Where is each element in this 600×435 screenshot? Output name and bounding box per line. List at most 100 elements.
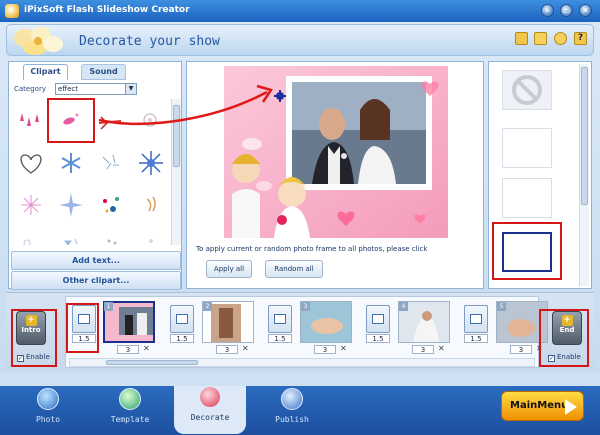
title-bar: iPixSoft Flash Slideshow Creator – ▭ ✕ xyxy=(0,0,600,22)
transition-item[interactable]: 1.5 xyxy=(170,305,194,343)
main-menu-button[interactable]: MainMenu xyxy=(501,391,584,421)
nav-template[interactable]: Template xyxy=(100,388,160,434)
slide-number: 1 xyxy=(104,302,113,311)
transition-item[interactable]: 1.5 xyxy=(268,305,292,343)
star-burst-clip-icon[interactable] xyxy=(133,145,169,181)
delete-slide-icon[interactable]: ✕ xyxy=(438,344,445,353)
slide-item[interactable]: 1 3 ✕ xyxy=(103,301,155,354)
publish-icon xyxy=(281,388,303,410)
apply-hint-text: To apply current or random photo frame t… xyxy=(196,245,428,253)
flower-logo-icon xyxy=(14,27,63,55)
sparkle-star-clip-icon[interactable] xyxy=(53,187,89,223)
add-text-button[interactable]: Add text... xyxy=(11,251,181,270)
nav-divider xyxy=(0,372,600,386)
no-frame-icon xyxy=(512,75,542,105)
no-frame-option[interactable] xyxy=(502,70,552,110)
tab-clipart[interactable]: Clipart xyxy=(23,64,68,80)
category-value: effect xyxy=(58,85,79,93)
scroll-thumb[interactable] xyxy=(581,67,588,205)
slide-item[interactable]: 4 3 ✕ xyxy=(398,301,450,354)
slide-item[interactable]: 2 3 ✕ xyxy=(202,301,254,354)
slide-duration[interactable]: 3 xyxy=(216,345,238,354)
frame-option[interactable] xyxy=(502,178,552,218)
transition-duration[interactable]: 1.5 xyxy=(170,334,194,343)
decorate-icon xyxy=(199,386,221,408)
nav-decorate-label: Decorate xyxy=(190,413,230,422)
dots-clip-icon[interactable] xyxy=(93,227,129,245)
slide-number: 2 xyxy=(203,302,212,311)
nav-photo[interactable]: Photo xyxy=(18,388,78,434)
firework-clip-icon[interactable] xyxy=(13,187,49,223)
transition-duration[interactable]: 1.5 xyxy=(366,334,390,343)
nav-publish[interactable]: Publish xyxy=(262,388,322,434)
slide-duration[interactable]: 3 xyxy=(117,345,139,354)
maximize-button[interactable]: ▭ xyxy=(560,4,573,17)
save-icon[interactable] xyxy=(534,32,547,45)
confetti-clip-icon[interactable] xyxy=(93,187,129,223)
minimize-button[interactable]: – xyxy=(541,4,554,17)
template-icon xyxy=(119,388,141,410)
transition-thumb xyxy=(268,305,292,333)
transition-item[interactable]: 1.5 xyxy=(464,305,488,343)
bottom-nav: Photo Template Decorate Publish MainMenu xyxy=(0,372,600,435)
slide-number: 4 xyxy=(399,302,408,311)
other-clipart-button[interactable]: Other clipart... xyxy=(11,271,181,290)
slide-duration[interactable]: 3 xyxy=(314,345,336,354)
highlight-box xyxy=(47,98,95,143)
folder-icon[interactable] xyxy=(515,32,528,45)
help-icon[interactable]: ? xyxy=(574,32,587,45)
transition-item[interactable]: 1.5 xyxy=(366,305,390,343)
shapes-clip-icon[interactable] xyxy=(53,227,89,245)
transition-thumb xyxy=(170,305,194,333)
heart-outline-clip-icon[interactable] xyxy=(13,145,49,181)
annotation-arrow-icon xyxy=(98,84,273,125)
transition-duration[interactable]: 1.5 xyxy=(268,334,292,343)
apply-all-button[interactable]: Apply all xyxy=(206,260,252,278)
slide-duration[interactable]: 3 xyxy=(412,345,434,354)
delete-slide-icon[interactable]: ✕ xyxy=(242,344,249,353)
main-menu-label: MainMenu xyxy=(510,400,569,411)
sparkle-clip-icon[interactable] xyxy=(93,145,129,181)
nav-publish-label: Publish xyxy=(275,415,309,424)
page-title: Decorate your show xyxy=(79,34,220,49)
arrow-right-icon xyxy=(565,399,577,415)
delete-slide-icon[interactable]: ✕ xyxy=(143,344,150,353)
drops2-clip-icon[interactable] xyxy=(133,227,169,245)
scroll-thumb[interactable] xyxy=(106,360,198,365)
transition-thumb xyxy=(464,305,488,333)
tab-sound[interactable]: Sound xyxy=(81,64,126,80)
other-clipart-label: Other clipart... xyxy=(62,276,130,285)
highlight-box xyxy=(11,309,57,367)
snowflake-clip-icon[interactable] xyxy=(53,145,89,181)
transition-duration[interactable]: 1.5 xyxy=(464,334,488,343)
slide-item[interactable]: 3 3 ✕ xyxy=(300,301,352,354)
slide-number: 3 xyxy=(301,302,310,311)
app-icon xyxy=(5,4,19,18)
strip-scrollbar[interactable] xyxy=(69,358,535,367)
nav-decorate[interactable]: Decorate xyxy=(174,386,246,434)
slide-number: 5 xyxy=(497,302,506,311)
drops-clip-icon[interactable] xyxy=(13,103,49,139)
slide-duration[interactable]: 3 xyxy=(510,345,532,354)
close-button[interactable]: ✕ xyxy=(579,4,592,17)
frames-scrollbar[interactable] xyxy=(579,64,589,286)
highlight-box xyxy=(66,303,99,353)
random-all-button[interactable]: Random all xyxy=(265,260,323,278)
photo-icon xyxy=(37,388,59,410)
highlight-box xyxy=(539,309,589,367)
user-icon[interactable] xyxy=(554,32,567,45)
highlight-box xyxy=(492,222,562,280)
category-label: Category xyxy=(14,85,46,93)
nav-template-label: Template xyxy=(110,415,150,424)
add-text-label: Add text... xyxy=(72,256,120,265)
transition-thumb xyxy=(366,305,390,333)
window-title: iPixSoft Flash Slideshow Creator xyxy=(24,5,190,15)
slide-strip: 1.5 1 3 ✕ 1.5 2 3 ✕ 1.5 3 3 ✕ 1.5 4 3 ✕ 1.5 5 3 ✕ xyxy=(65,296,548,368)
leaf-clip-icon[interactable] xyxy=(133,187,169,223)
delete-slide-icon[interactable]: ✕ xyxy=(340,344,347,353)
app-window: iPixSoft Flash Slideshow Creator – ▭ ✕ D… xyxy=(0,0,600,435)
bubbles-clip-icon[interactable] xyxy=(13,227,49,245)
frame-option[interactable] xyxy=(502,128,552,168)
page-header: Decorate your show ? xyxy=(6,24,594,56)
nav-photo-label: Photo xyxy=(35,415,61,424)
